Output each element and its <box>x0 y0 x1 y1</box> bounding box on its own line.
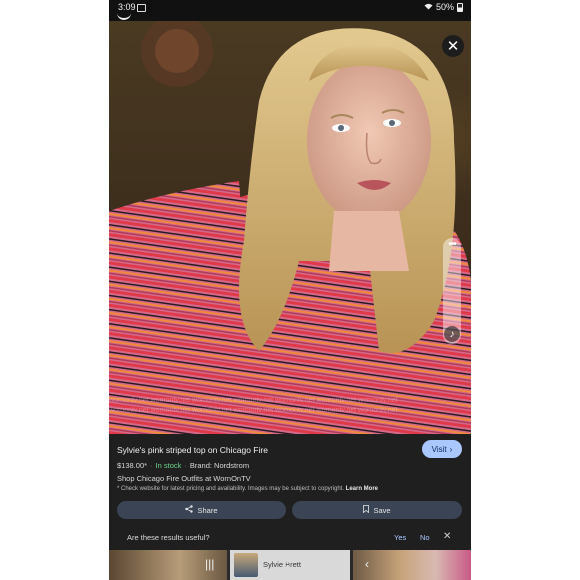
visit-button[interactable]: Visit › <box>422 440 462 458</box>
wifi-icon <box>424 2 433 12</box>
thumbnail-label: Sylvie Brett <box>263 560 301 569</box>
feedback-yes-button[interactable]: Yes <box>394 533 406 542</box>
save-label: Save <box>373 505 391 515</box>
music-note-icon[interactable]: ♪ <box>444 326 460 342</box>
disclaimer-text: * Check website for latest pricing and a… <box>117 486 344 492</box>
stock-status: In stock <box>155 461 182 470</box>
battery-percent: 50% <box>435 2 454 12</box>
product-price: $138.00* <box>117 461 148 470</box>
feedback-question: Are these results useful? <box>127 533 210 542</box>
visit-label: Visit <box>431 444 447 454</box>
feedback-no-button[interactable]: No <box>420 533 430 542</box>
more-options-icon[interactable]: ••• <box>443 239 461 250</box>
share-button[interactable]: Share <box>117 501 286 519</box>
save-button[interactable]: Save <box>292 501 462 519</box>
status-bar: 3:09 50% <box>109 0 471 21</box>
product-brand: Brand: Nordstrom <box>189 461 250 470</box>
product-meta: $138.00* · In stock · Brand: Nordstrom <box>117 461 250 470</box>
battery-icon <box>457 2 463 12</box>
status-icons: 50% <box>424 2 463 12</box>
product-title[interactable]: Sylvie's pink striped top on Chicago Fir… <box>117 445 268 455</box>
close-button[interactable]: ✕ <box>442 35 464 57</box>
learn-more-link[interactable]: Learn More <box>346 486 378 492</box>
back-icon[interactable]: ‹ <box>365 557 369 571</box>
product-image[interactable]: wornontv.net wornontv.net wornontv.net w… <box>109 21 471 434</box>
recent-apps-icon[interactable]: ||| <box>205 557 214 571</box>
photo-illustration <box>109 21 471 434</box>
shop-line[interactable]: Shop Chicago Fire Outfits at WornOnTV <box>117 474 251 483</box>
related-thumbnail[interactable] <box>353 550 471 580</box>
home-icon[interactable]: ○ <box>284 557 291 571</box>
thumbnail-image <box>234 553 258 577</box>
bookmark-icon <box>363 505 370 515</box>
phone-screen: 3:09 50% wornontv.net wornontv.net worno… <box>109 0 471 580</box>
close-icon: ✕ <box>446 38 460 55</box>
watermark-row: wornontv.net wornontv.net wornontv.net w… <box>109 407 398 414</box>
dismiss-feedback-icon[interactable]: ✕ <box>443 531 451 542</box>
chevron-right-icon: › <box>449 444 453 454</box>
share-label: Share <box>197 505 218 515</box>
disclaimer: * Check website for latest pricing and a… <box>117 486 378 492</box>
app-logo-icon <box>117 11 131 20</box>
gallery-notification-icon <box>137 4 146 12</box>
share-icon <box>185 505 194 515</box>
side-panel-handle[interactable]: ••• ♪ <box>443 238 461 344</box>
watermark-row: wornontv.net wornontv.net wornontv.net w… <box>109 397 398 404</box>
feedback-bar: Are these results useful? Yes No ✕ <box>117 528 462 546</box>
